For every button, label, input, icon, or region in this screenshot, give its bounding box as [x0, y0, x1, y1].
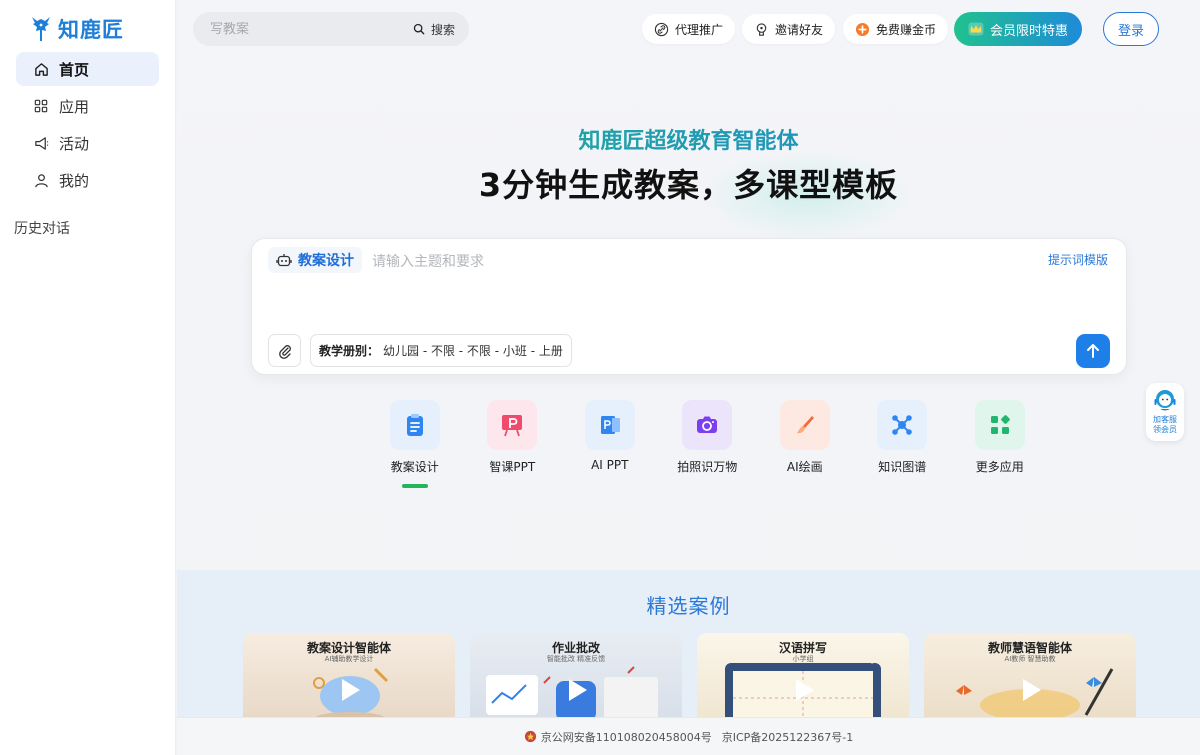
sidebar-item-mine[interactable]: 我的: [16, 163, 159, 197]
sidebar-item-home[interactable]: 首页: [16, 52, 159, 86]
app-label: AI绘画: [786, 460, 823, 474]
mode-tag[interactable]: 教案设计: [268, 247, 362, 273]
grid-icon: [33, 98, 49, 114]
prompt-template-link[interactable]: 提示词模版: [1048, 251, 1108, 268]
police-record-link[interactable]: 京公网安备110108020458004号: [541, 729, 712, 745]
crown-icon: [968, 22, 984, 36]
history-title: 历史对话: [14, 221, 70, 237]
case-card-pinyin[interactable]: 汉语拼写 小学组: [697, 633, 909, 725]
agent-promo-button[interactable]: 代理推广: [642, 14, 736, 44]
play-icon: [796, 679, 814, 701]
app-lesson-plan[interactable]: 教案设计: [366, 400, 464, 488]
sidebar-item-apps[interactable]: 应用: [16, 89, 159, 123]
app-more[interactable]: 更多应用: [951, 400, 1049, 488]
sidebar-item-activity[interactable]: 活动: [16, 126, 159, 160]
sidebar-nav: 首页 应用 活动 我的: [16, 52, 159, 200]
main-content: 搜索 代理推广 邀请好友 免费赚金币 会员限时特惠 登录 知鹿匠超级教育智能体 …: [177, 0, 1200, 755]
prompt-input[interactable]: 请输入主题和要求: [372, 251, 484, 271]
play-icon: [342, 679, 360, 701]
lightbulb-icon: [756, 22, 767, 36]
app-ai-painting[interactable]: AI绘画: [756, 400, 854, 488]
vip-offer-button[interactable]: 会员限时特惠: [954, 12, 1082, 46]
agent-promo-label: 代理推广: [675, 22, 724, 37]
lesson-plan-icon: [389, 400, 440, 450]
paintbrush-icon: [779, 400, 830, 450]
grade-selector[interactable]: 教学册别： 幼儿园 - 不限 - 不限 - 小班 - 上册: [310, 334, 572, 367]
invite-friends-button[interactable]: 邀请好友: [742, 14, 836, 44]
mode-tag-label: 教案设计: [298, 253, 354, 269]
sidebar: 知鹿匠 首页 应用 活动 我的 历史对话: [0, 0, 176, 755]
robot-icon: [276, 254, 292, 267]
deer-logo-icon: [32, 17, 50, 41]
play-icon: [1023, 679, 1041, 701]
send-button[interactable]: [1076, 334, 1110, 368]
ai-ppt-icon: [584, 400, 635, 450]
paperclip-icon: [278, 344, 291, 359]
featured-cases-title: 精选案例: [646, 594, 731, 618]
link-icon: [654, 22, 669, 36]
police-badge-icon: [524, 730, 536, 743]
case-card-homework[interactable]: 作业批改 智能批改 精准反馈: [470, 633, 682, 725]
app-knowledge-graph[interactable]: 知识图谱: [854, 400, 952, 488]
app-label: 教案设计: [390, 460, 439, 474]
app-label: 拍照识万物: [677, 460, 738, 474]
search-button[interactable]: 搜索: [413, 21, 455, 38]
apps-row: 教案设计 智课PPT AI PPT 拍照识万物 AI绘画 知识图谱 更多应用: [366, 400, 1049, 488]
logo[interactable]: 知鹿匠: [28, 14, 124, 44]
earn-coins-button[interactable]: 免费赚金币: [843, 14, 949, 44]
customer-service-label-1: 加客服: [1153, 415, 1177, 424]
smart-ppt-icon: [487, 400, 538, 450]
search-icon: [413, 23, 425, 35]
search-input[interactable]: [210, 21, 413, 37]
sidebar-item-label: 我的: [59, 171, 90, 190]
login-button[interactable]: 登录: [1103, 12, 1159, 46]
megaphone-icon: [33, 135, 49, 151]
grade-selector-label: 教学册别：: [319, 344, 380, 358]
app-label: 知识图谱: [878, 460, 927, 474]
more-apps-icon: [974, 400, 1025, 450]
play-icon: [569, 679, 587, 701]
knowledge-graph-icon: [877, 400, 928, 450]
footer: 京公网安备110108020458004号 京ICP备2025122367号-1: [177, 717, 1200, 755]
invite-friends-label: 邀请好友: [775, 22, 824, 37]
case-card-teacher-agent[interactable]: 教师慧语智能体 AI教师 智慧助教: [924, 633, 1136, 725]
vip-offer-label: 会员限时特惠: [989, 23, 1068, 39]
arrow-up-icon: [1087, 344, 1099, 358]
hero-title: 3分钟生成教案，多课型模板: [478, 166, 899, 204]
sidebar-item-label: 活动: [59, 134, 90, 153]
app-smart-ppt[interactable]: 智课PPT: [464, 400, 562, 488]
earn-coins-label: 免费赚金币: [876, 22, 937, 37]
active-app-indicator: [401, 484, 428, 488]
app-label: 更多应用: [975, 460, 1024, 474]
brand-name: 知鹿匠: [58, 18, 124, 42]
app-photo-recognition[interactable]: 拍照识万物: [659, 400, 757, 488]
customer-service-label-2: 领会员: [1153, 425, 1177, 434]
grade-selector-value: 幼儿园 - 不限 - 不限 - 小班 - 上册: [383, 344, 563, 358]
prompt-composer: 教案设计 请输入主题和要求 提示词模版 教学册别： 幼儿园 - 不限 - 不限 …: [251, 238, 1127, 375]
home-icon: [33, 61, 49, 77]
case-card-lesson-agent[interactable]: 教案设计智能体 AI辅助教学设计: [243, 633, 455, 725]
sidebar-item-label: 应用: [59, 97, 90, 116]
icp-record-link[interactable]: 京ICP备2025122367号-1: [722, 729, 854, 745]
app-label: 智课PPT: [489, 460, 536, 474]
coin-icon: [855, 22, 870, 36]
customer-service-icon: [1154, 390, 1176, 411]
search-button-label: 搜索: [430, 22, 455, 37]
hero-subtitle: 知鹿匠超级教育智能体: [177, 123, 1200, 155]
sidebar-item-label: 首页: [59, 60, 90, 79]
search-bar: 搜索: [193, 12, 469, 46]
customer-service-widget[interactable]: 加客服 领会员: [1146, 383, 1184, 441]
app-label: AI PPT: [591, 458, 629, 472]
attach-button[interactable]: [268, 334, 301, 367]
camera-icon: [682, 400, 733, 450]
user-icon: [33, 172, 49, 188]
app-ai-ppt[interactable]: AI PPT: [561, 400, 659, 488]
